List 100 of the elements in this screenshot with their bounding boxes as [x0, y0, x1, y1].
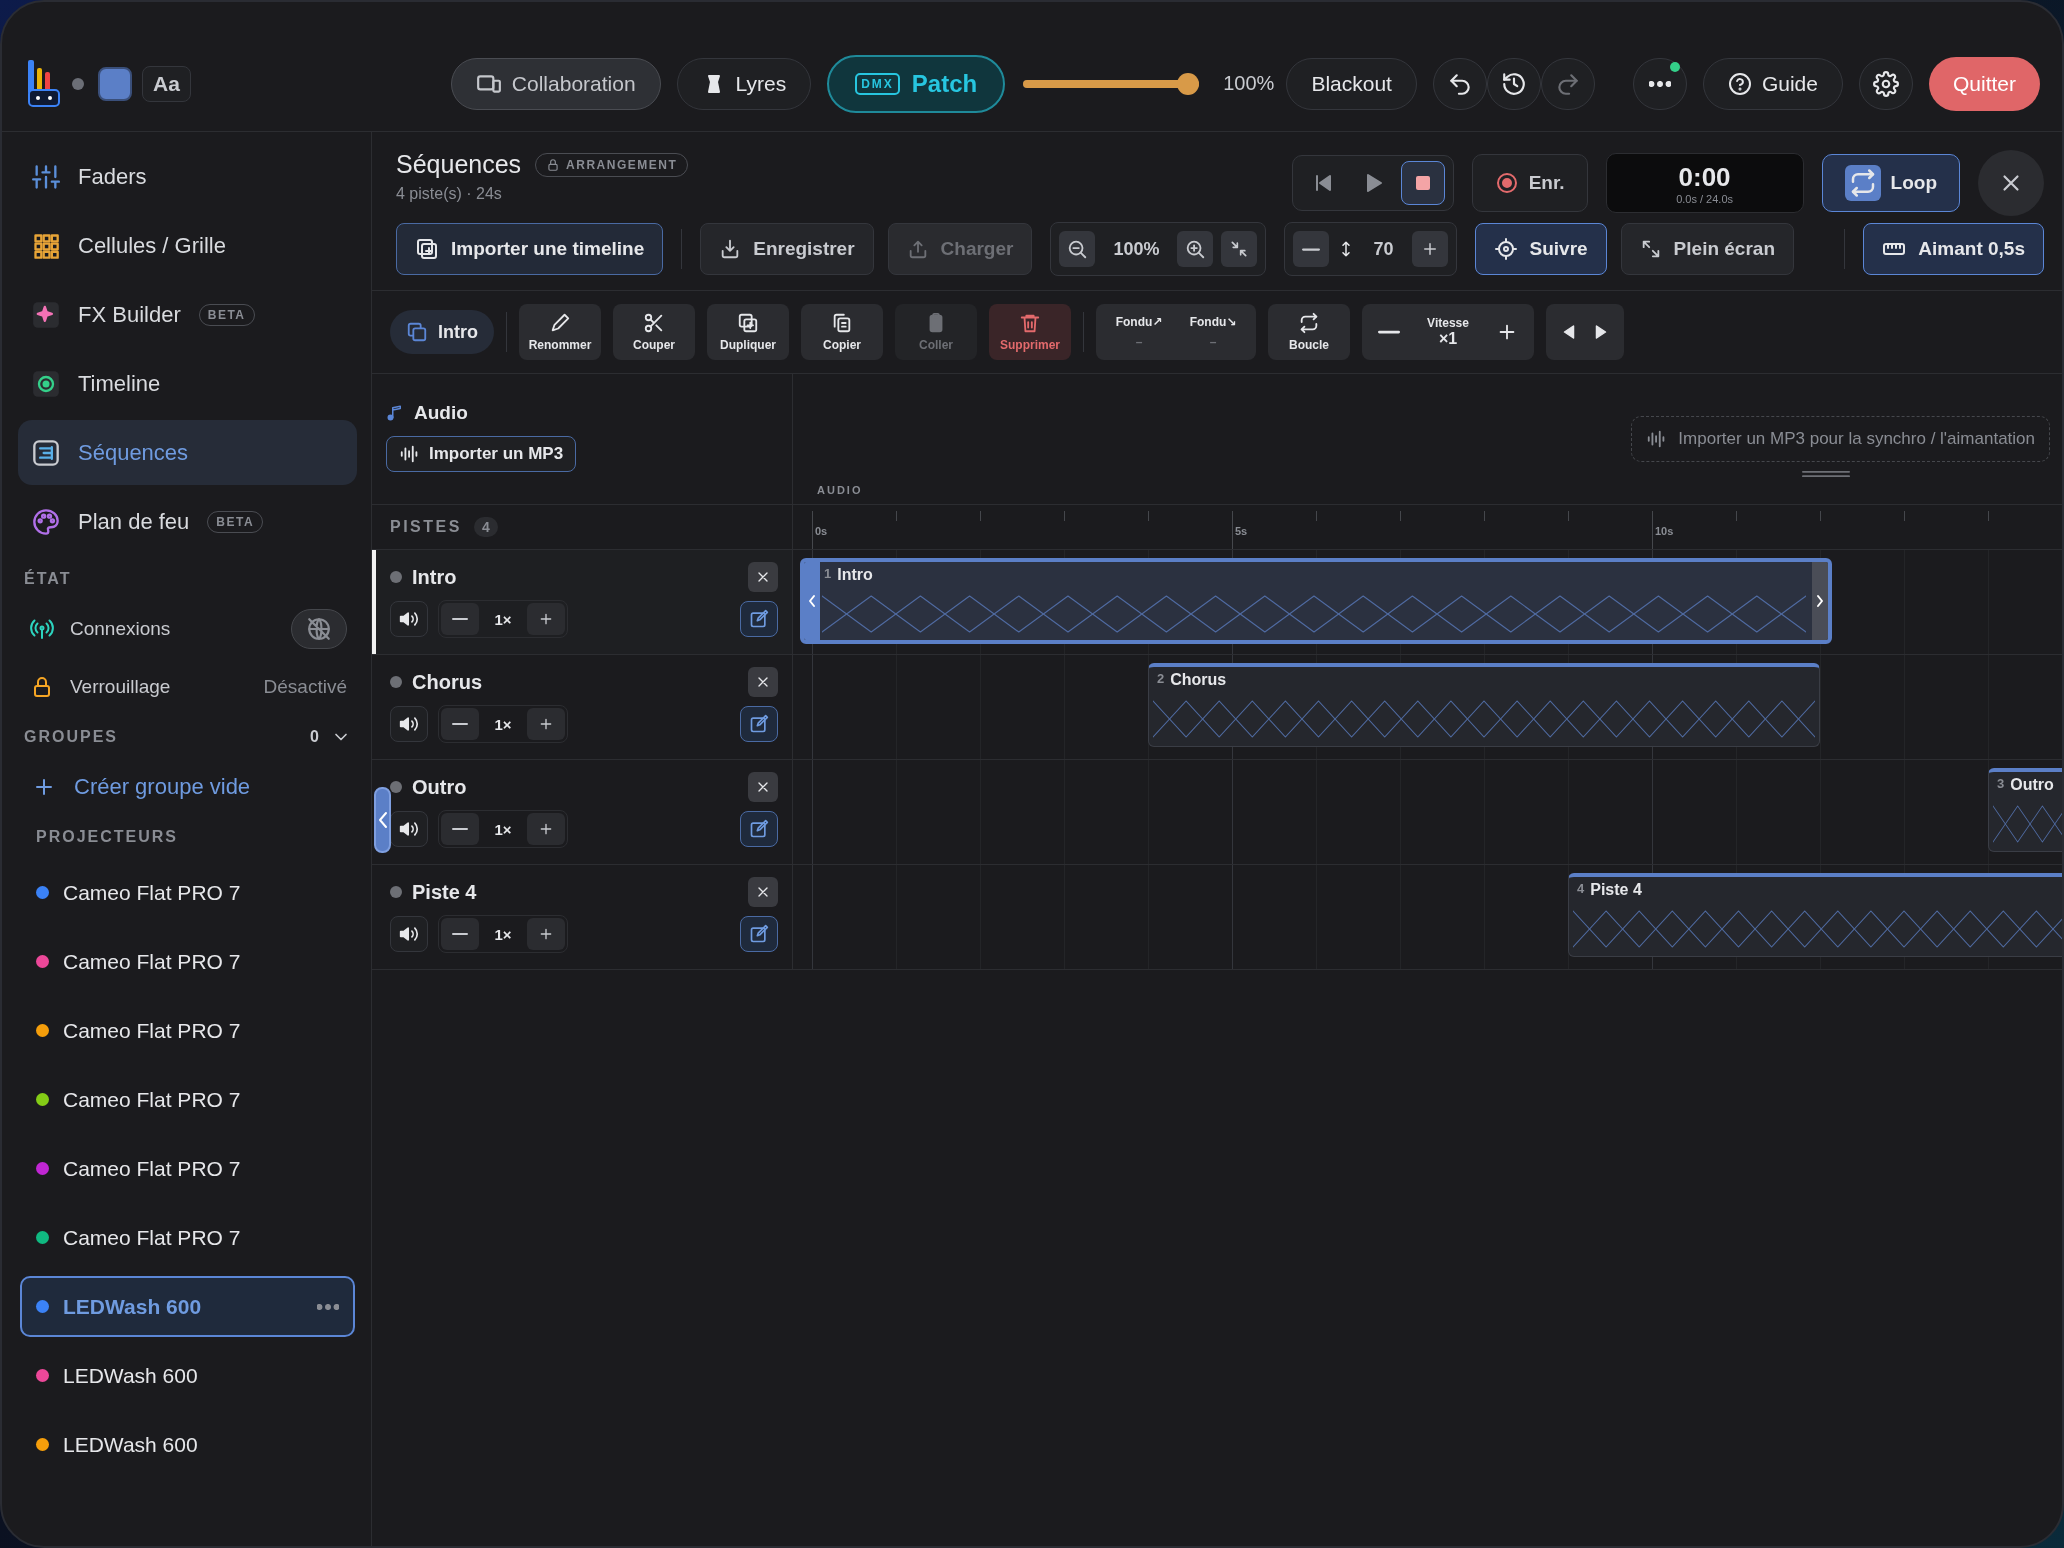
pencil-icon	[549, 312, 571, 334]
zoom-level: 100%	[1112, 238, 1161, 260]
increase-button[interactable]	[527, 813, 565, 845]
fixture-item[interactable]: Cameo Flat PRO 7	[20, 1207, 355, 1268]
remove-track-button[interactable]	[748, 877, 778, 907]
section-heading: GROUPES	[24, 728, 118, 746]
minus-icon	[452, 617, 468, 621]
decrease-button[interactable]	[441, 603, 479, 635]
slider-thumb[interactable]	[1177, 72, 1200, 95]
edit-icon	[749, 924, 769, 944]
fixture-item[interactable]: Cameo Flat PRO 7	[20, 1069, 355, 1130]
chevron-left-icon	[377, 811, 388, 829]
decrease-button[interactable]	[441, 708, 479, 740]
mute-button[interactable]	[390, 601, 428, 637]
minus-icon	[452, 722, 468, 726]
mute-button[interactable]	[390, 916, 428, 952]
mute-button[interactable]	[390, 811, 428, 847]
fixture-item[interactable]: LEDWash 600	[20, 1414, 355, 1475]
fixture-item[interactable]: LEDWash 600	[20, 1345, 355, 1406]
fullscreen-button[interactable]: Plein écran	[1620, 223, 1794, 275]
timeline-clip[interactable]: 2 Chorus	[1148, 663, 1820, 747]
mute-button[interactable]	[390, 706, 428, 742]
decrease-button[interactable]	[441, 918, 479, 950]
guide-button[interactable]: Guide	[1702, 57, 1843, 110]
timeline-clip[interactable]: 3 Outro	[1988, 768, 2062, 852]
copy-button[interactable]: Copier	[801, 304, 883, 360]
resize-handle[interactable]	[1812, 562, 1828, 640]
save-button[interactable]: Enregistrer	[700, 223, 874, 275]
speed-value: ×1	[1438, 330, 1458, 348]
record-icon	[1494, 171, 1519, 195]
timeline-clip[interactable]: 1 Intro	[800, 558, 1832, 644]
track-header[interactable]: Intro 1×	[372, 550, 793, 654]
fit-button[interactable]	[1221, 231, 1258, 267]
remove-track-button[interactable]	[748, 772, 778, 802]
collaboration-button[interactable]: Collaboration	[450, 57, 661, 110]
increase-button[interactable]	[527, 918, 565, 950]
import-mp3-button[interactable]: Importer un MP3	[386, 436, 577, 472]
edit-track-button[interactable]	[740, 706, 778, 742]
zoom-in-button[interactable]	[1177, 231, 1214, 267]
blackout-button[interactable]: Blackout	[1286, 57, 1417, 110]
zoom-out-button[interactable]	[1059, 231, 1096, 267]
loop-clip-button[interactable]: Boucle	[1268, 304, 1350, 360]
edit-track-button[interactable]	[740, 811, 778, 847]
fixture-item[interactable]: Cameo Flat PRO 7	[20, 1000, 355, 1061]
color-swatch-button[interactable]	[98, 66, 132, 101]
fade-out-button[interactable]: Fondu↘ –	[1180, 314, 1246, 350]
record-button[interactable]: Enr.	[1471, 154, 1588, 212]
import-timeline-button[interactable]: Importer une timeline	[396, 223, 664, 275]
rename-button[interactable]: Renommer	[519, 304, 601, 360]
status-dot	[390, 676, 402, 688]
fade-in-button[interactable]: Fondu↗ –	[1106, 314, 1172, 350]
sidebar-nav-item[interactable]: Timeline	[18, 351, 357, 416]
fixture-name: Cameo Flat PRO 7	[63, 1087, 241, 1112]
speaker-icon	[399, 609, 419, 629]
track-header[interactable]: Piste 4 1×	[372, 865, 793, 969]
timeline-clip[interactable]: 4 Piste 4	[1568, 873, 2062, 957]
edit-track-button[interactable]	[740, 916, 778, 952]
create-group-button[interactable]: Créer groupe vide	[18, 758, 357, 816]
increase-button[interactable]	[527, 708, 565, 740]
sidebar-nav-item[interactable]: Cellules / Grille	[18, 213, 357, 278]
remove-track-button[interactable]	[748, 667, 778, 697]
layers-icon	[406, 321, 428, 343]
increase-button[interactable]	[527, 603, 565, 635]
fixture-name: LEDWash 600	[63, 1294, 202, 1319]
font-button[interactable]: Aa	[142, 65, 191, 102]
track-header[interactable]: Chorus 1×	[372, 655, 793, 759]
delete-button[interactable]: Supprimer	[989, 304, 1071, 360]
audio-lane-label: AUDIO	[817, 484, 864, 496]
stop-button[interactable]	[1400, 161, 1445, 205]
lyres-button[interactable]: Lyres	[676, 57, 812, 110]
status-dot	[390, 886, 402, 898]
follow-button[interactable]: Suivre	[1474, 223, 1607, 275]
plus-icon	[538, 716, 554, 732]
decrease-button[interactable]	[1293, 231, 1330, 267]
shrink-icon	[1229, 239, 1250, 259]
loop-button[interactable]: Loop	[1821, 154, 1960, 212]
scissors-icon	[643, 312, 665, 334]
fixture-item[interactable]: Cameo Flat PRO 7	[20, 931, 355, 992]
track-speed: 1×	[493, 925, 513, 943]
remove-track-button[interactable]	[748, 562, 778, 592]
master-slider[interactable]	[1023, 72, 1200, 95]
sidebar-nav-item[interactable]: Faders	[18, 144, 357, 209]
snap-button[interactable]: Aimant 0,5s	[1863, 223, 2044, 275]
sidebar-nav-item[interactable]: Plan de feu BETA	[18, 489, 357, 554]
audio-drop-zone[interactable]: Importer un MP3 pour la synchro / l'aimantation	[1631, 416, 2050, 462]
fixture-item[interactable]: LEDWash 600	[20, 1276, 355, 1337]
collapse-sidebar-button[interactable]	[374, 787, 391, 853]
duplicate-button[interactable]: Dupliquer	[707, 304, 789, 360]
track-speed: 1×	[493, 715, 513, 733]
sidebar-nav-item[interactable]: Séquences	[18, 420, 357, 485]
patch-button[interactable]: DMX Patch	[827, 54, 1006, 113]
cut-button[interactable]: Couper	[613, 304, 695, 360]
fixture-item[interactable]: Cameo Flat PRO 7	[20, 1138, 355, 1199]
edit-track-button[interactable]	[740, 601, 778, 637]
fixture-item[interactable]: Cameo Flat PRO 7	[20, 862, 355, 923]
increase-button[interactable]	[1411, 231, 1448, 267]
sidebar-nav-item[interactable]: FX Builder BETA	[18, 282, 357, 347]
connections-toggle[interactable]	[291, 609, 347, 649]
decrease-button[interactable]	[441, 813, 479, 845]
sparkle-icon	[32, 300, 60, 329]
